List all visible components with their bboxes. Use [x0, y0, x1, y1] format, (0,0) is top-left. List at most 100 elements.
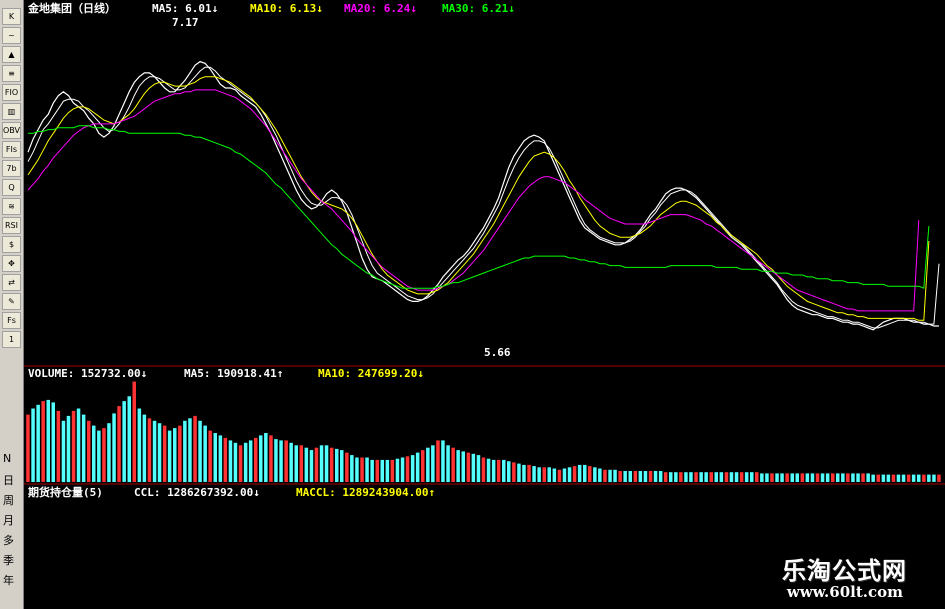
toolbar-button-10[interactable]: ≋ [2, 198, 21, 215]
price-ma20-label: MA20: 6.24↓ [344, 2, 417, 15]
volume-bar [638, 471, 643, 482]
left-toolbar: K ~ ▲ ≡ FIO ▥ OBV FIs 7b Q ≋ RSI $ ✥ ⇄ ✎ Fs 1 N 日周月多季年 [0, 0, 24, 609]
volume-bar [598, 468, 602, 482]
toolbar-button-6[interactable]: OBV [2, 122, 21, 139]
volume-bar [198, 420, 202, 483]
volume-bar [456, 450, 460, 482]
toolbar-button-11[interactable]: RSI [2, 217, 21, 234]
volume-bar [355, 457, 359, 482]
period-label-0[interactable]: N [3, 452, 11, 465]
toolbar-button-13[interactable]: ✥ [2, 255, 21, 272]
toolbar-button-3[interactable]: ≡ [2, 65, 21, 82]
volume-bar [345, 452, 349, 482]
price-ma10-label: MA10: 6.13↓ [250, 2, 323, 15]
volume-bar [471, 453, 476, 482]
toolbar-button-0[interactable]: K [2, 8, 21, 25]
volume-bar [704, 472, 708, 482]
volume-bar [669, 472, 673, 482]
volume-bar [441, 440, 445, 482]
series-ma5-line [27, 66, 940, 329]
toolbar-button-1[interactable]: ~ [2, 27, 21, 44]
period-label-6[interactable]: 年 [3, 572, 14, 588]
volume-bar [820, 473, 825, 482]
kline-chart: 金地集团（日线） MA5: 6.01↓ MA10: 6.13↓ MA20: 6.… [24, 1, 945, 499]
toolbar-button-14[interactable]: ⇄ [2, 274, 21, 291]
period-label-5[interactable]: 季 [3, 552, 14, 568]
volume-bar [188, 418, 192, 482]
volume-bar [496, 459, 501, 482]
toolbar-button-16[interactable]: Fs [2, 312, 21, 329]
volume-bar [137, 408, 142, 482]
volume-bar [279, 440, 283, 482]
volume-bar [739, 472, 744, 482]
volume-bar [259, 435, 263, 482]
volume-bar [178, 425, 182, 482]
volume-bar [815, 473, 820, 482]
toolbar-button-12[interactable]: $ [2, 236, 21, 253]
period-label-3[interactable]: 月 [3, 512, 14, 528]
volume-bar [679, 472, 683, 482]
toolbar-button-17[interactable]: 1 [2, 331, 21, 348]
volume-bar [846, 473, 850, 482]
volume-bar [790, 473, 794, 482]
volume-bar [507, 461, 511, 482]
volume-bar [400, 457, 405, 482]
toolbar-button-7[interactable]: FIs [2, 141, 21, 158]
volume-bar [66, 415, 71, 483]
volume-bar [167, 430, 172, 483]
toolbar-button-15[interactable]: ✎ [2, 293, 21, 310]
volume-bar [162, 425, 167, 482]
period-label-1[interactable]: 日 [3, 472, 14, 488]
volume-bar [147, 418, 152, 482]
volume-bar [785, 473, 789, 482]
volume-bar [46, 399, 50, 482]
high-price-label: 7.17 [172, 16, 199, 29]
period-label-2[interactable]: 周 [3, 492, 14, 508]
low-price-label: 5.66 [484, 346, 511, 359]
volume-bar [663, 472, 668, 482]
volume-bar [218, 435, 223, 482]
volume-bar [658, 471, 663, 482]
volume-bar [233, 442, 238, 482]
volume-bar [932, 474, 936, 482]
volume-bar [122, 401, 126, 482]
volume-bar [415, 452, 420, 482]
volume-bar [876, 474, 880, 482]
volume-bar [81, 414, 86, 482]
volume-bar [628, 471, 632, 482]
volume-bar [800, 473, 805, 482]
volume-bar [841, 473, 845, 482]
volume-bar [937, 474, 941, 482]
price-panel: 金地集团（日线） MA5: 6.01↓ MA10: 6.13↓ MA20: 6.… [27, 1, 940, 359]
volume-bar [734, 472, 739, 482]
volume-bar [41, 401, 45, 482]
volume-bar [254, 437, 258, 482]
toolbar-button-5[interactable]: ▥ [2, 103, 21, 120]
volume-label: VOLUME: 152732.00↓ [28, 367, 147, 380]
volume-bar [183, 420, 187, 483]
volume-bar [228, 440, 233, 482]
volume-bar [572, 466, 577, 482]
volume-bar [755, 472, 759, 482]
volume-bar [881, 474, 886, 482]
toolbar-button-9[interactable]: Q [2, 179, 21, 196]
period-label-4[interactable]: 多 [3, 532, 14, 548]
volume-bar [522, 464, 526, 482]
toolbar-button-2[interactable]: ▲ [2, 46, 21, 63]
volume-bar [142, 414, 147, 482]
volume-bar [157, 423, 162, 482]
volume-bar [527, 464, 531, 482]
volume-bar [851, 473, 855, 482]
price-ma5-label: MA5: 6.01↓ [152, 2, 218, 15]
volume-bar [112, 413, 116, 482]
volume-bar [760, 473, 764, 482]
volume-bar [193, 415, 197, 483]
volume-bar [805, 473, 810, 482]
toolbar-button-8[interactable]: 7b [2, 160, 21, 177]
volume-bar [71, 410, 76, 482]
volume-bar [502, 459, 506, 482]
volume-bar [461, 451, 465, 482]
volume-bar [547, 467, 551, 482]
volume-bar [491, 459, 496, 482]
toolbar-button-4[interactable]: FIO [2, 84, 21, 101]
